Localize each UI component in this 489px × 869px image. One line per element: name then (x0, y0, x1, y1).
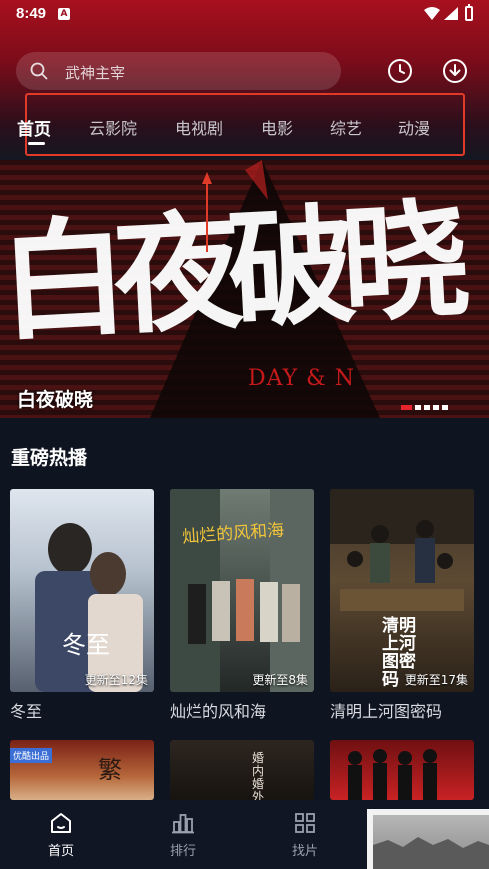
signal-icon (444, 7, 458, 20)
tab-active-indicator (28, 142, 45, 145)
nav-label: 排行 (169, 844, 196, 859)
tab-tv-series[interactable]: 电视剧 (175, 115, 223, 139)
carousel-dot[interactable] (433, 405, 439, 410)
update-badge: 更新至12集 (84, 673, 148, 687)
ranking-icon (172, 814, 194, 834)
card-title: 清明上河图密码 (330, 702, 443, 721)
drama-card-partial[interactable] (330, 740, 474, 800)
nav-label: 找片 (291, 844, 318, 859)
poster-title-art: 繁 (98, 756, 122, 784)
carousel-dot[interactable] (442, 405, 448, 410)
tab-movies[interactable]: 电影 (261, 115, 293, 139)
notification-icon: A (58, 8, 70, 20)
search-icon (30, 62, 48, 80)
status-time: 8:49 (16, 5, 47, 22)
tab-anime[interactable]: 动漫 (398, 115, 430, 139)
grid-icon (295, 813, 315, 833)
home-icon (51, 813, 71, 833)
hero-banner[interactable]: 白夜破晓 DAY & N 白夜破晓 (0, 160, 489, 418)
update-badge: 更新至8集 (252, 673, 308, 687)
nav-ranking[interactable]: 排行 (153, 812, 213, 859)
banner-art-title: 白夜破晓 (0, 186, 460, 359)
tab-variety[interactable]: 综艺 (330, 115, 362, 139)
poster-image: 灿烂的风和海 更新至8集 (170, 489, 314, 692)
banner-caption: 白夜破晓 (17, 389, 94, 411)
carousel-dot[interactable] (401, 405, 412, 410)
annotation-arrow-icon (202, 172, 212, 252)
banner-logo-text: DAY & N (248, 366, 355, 391)
nav-home[interactable]: 首页 (31, 812, 91, 859)
nav-label: 首页 (47, 844, 74, 859)
card-title: 冬至 (10, 702, 43, 721)
poster-image: 冬至 更新至12集 (10, 489, 154, 692)
drama-card[interactable]: 清明上河图密码 更新至17集 清明上河图密码 (330, 489, 474, 722)
status-bar: 8:49 A (0, 0, 489, 30)
drama-card[interactable]: 灿烂的风和海 更新至8集 灿烂的风和海 (170, 489, 314, 722)
thumbnail-art (373, 837, 489, 869)
download-icon[interactable] (442, 58, 468, 84)
source-badge: 优酷出品 (10, 748, 53, 763)
carousel-dot[interactable] (424, 405, 430, 410)
card-title: 灿烂的风和海 (170, 702, 267, 721)
thumbnail-preview (373, 815, 489, 869)
battery-icon (465, 4, 473, 21)
drama-card-partial[interactable]: 优酷出品 繁 (10, 740, 154, 800)
search-bar[interactable]: 武神主宰 (16, 52, 341, 90)
tab-home[interactable]: 首页 (17, 115, 51, 140)
tab-cloud-cinema[interactable]: 云影院 (89, 115, 137, 139)
section-title: 重磅热播 (11, 447, 88, 469)
poster-image: 清明上河图密码 更新至17集 (330, 489, 474, 692)
nav-discover[interactable]: 找片 (275, 812, 335, 859)
search-placeholder: 武神主宰 (65, 64, 126, 82)
carousel-dots (401, 405, 451, 411)
poster-title-art: 婚内婚外 (252, 751, 265, 801)
wifi-icon (424, 7, 440, 20)
drama-card-partial[interactable]: 婚内婚外 (170, 740, 314, 800)
banner-logo-main: DAY & N (248, 366, 355, 391)
update-badge: 更新至17集 (404, 673, 468, 687)
carousel-dot[interactable] (415, 405, 421, 410)
drama-card[interactable]: 冬至 更新至12集 冬至 (10, 489, 154, 722)
screenshot-thumbnail[interactable] (367, 809, 489, 869)
poster-art (35, 523, 143, 692)
poster-art (348, 749, 437, 800)
poster-title-art: 冬至 (62, 631, 110, 659)
history-icon[interactable] (387, 58, 413, 84)
